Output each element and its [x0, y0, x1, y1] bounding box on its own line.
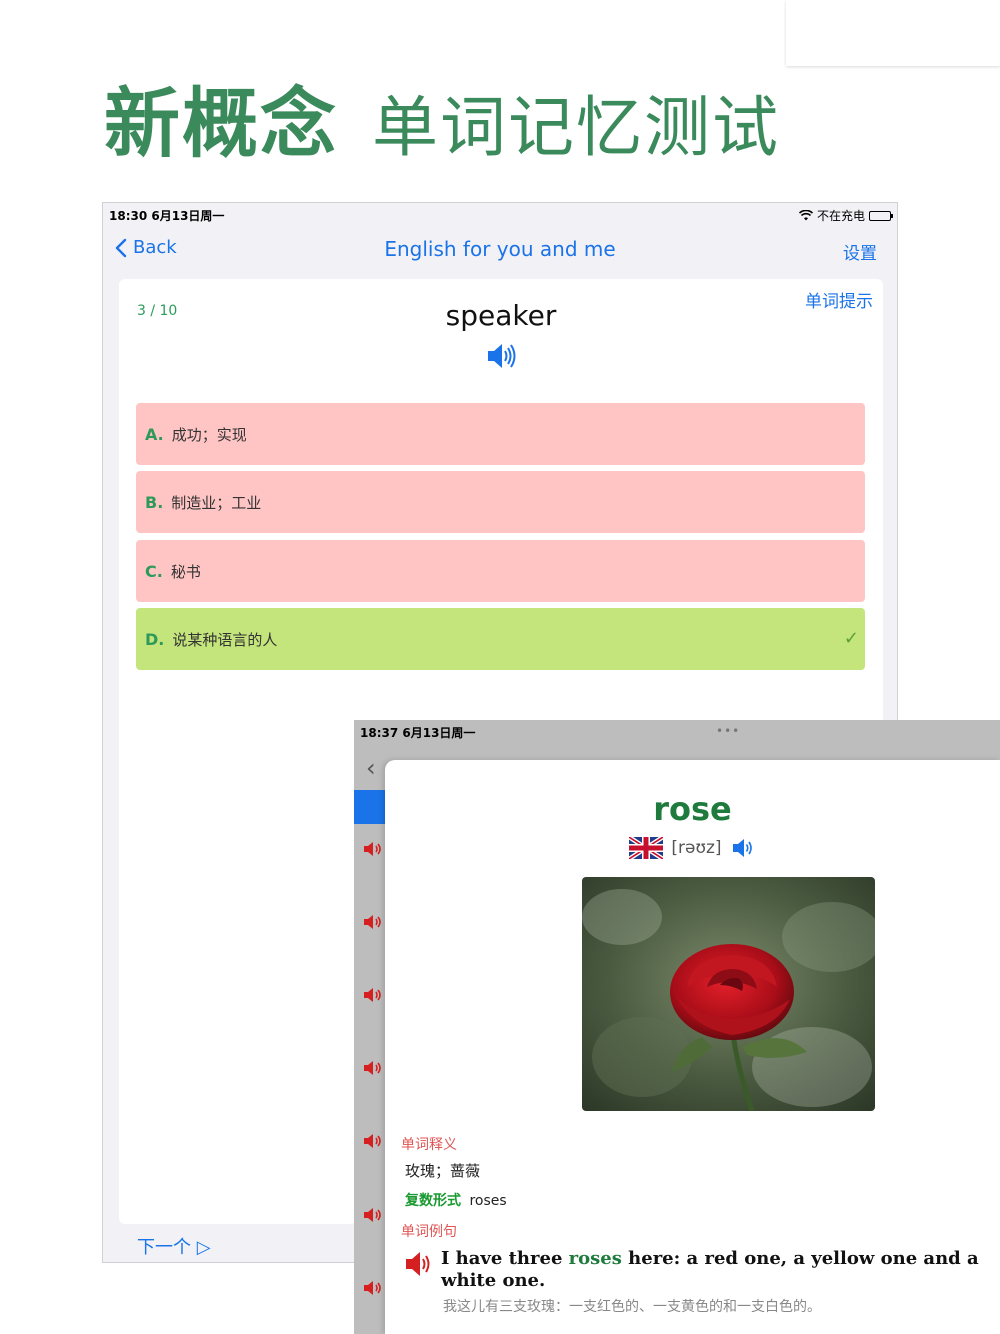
- hero-title-main: 新概念: [104, 79, 338, 168]
- settings-button[interactable]: 设置: [843, 239, 877, 264]
- speaker-icon[interactable]: [403, 1248, 435, 1280]
- plural-label: 复数形式: [405, 1193, 461, 1209]
- option-text: 说某种语言的人: [172, 630, 278, 649]
- option-text: 制造业；工业: [171, 493, 262, 512]
- word-detail-sheet: rose [rəʊz] 单词释义 玫瑰；蔷薇 复数形式 roses 单词例句 I…: [385, 760, 1000, 1334]
- speaker-icon[interactable]: [362, 838, 384, 860]
- option-d[interactable]: D. 说某种语言的人 ✓: [136, 608, 865, 670]
- option-b[interactable]: B. 制造业；工业: [136, 471, 865, 533]
- nav-title: English for you and me: [384, 237, 616, 261]
- option-c[interactable]: C. 秘书: [136, 540, 865, 602]
- status-bar: 18:30 6月13日周一 不在充电: [103, 203, 897, 225]
- rose-photo: [582, 877, 875, 1111]
- speaker-icon[interactable]: [362, 1204, 384, 1226]
- hero-title: 新概念 单词记忆测试: [104, 62, 780, 168]
- speaker-icon[interactable]: [362, 1130, 384, 1152]
- example-highlight: roses: [568, 1248, 622, 1269]
- status-time: 18:30 6月13日周一: [109, 209, 225, 223]
- chevron-left-icon[interactable]: ‹: [366, 754, 376, 782]
- checkmark-icon: ✓: [843, 628, 859, 649]
- option-letter: A.: [145, 424, 164, 444]
- example-label: 单词例句: [401, 1224, 457, 1240]
- speaker-icon[interactable]: [484, 339, 518, 373]
- uk-flag-icon[interactable]: [629, 837, 664, 859]
- example-before: I have three: [441, 1248, 569, 1269]
- wifi-icon: [798, 210, 813, 221]
- meaning-label: 单词释义: [401, 1137, 457, 1153]
- status-time: 18:37 6月13日周一: [360, 726, 476, 740]
- nav-bar: Back English for you and me 设置: [103, 227, 897, 273]
- battery-icon: [869, 210, 893, 221]
- multitask-dots-icon[interactable]: •••: [716, 724, 740, 738]
- hero-subtitle: 单词记忆测试: [372, 89, 780, 166]
- speaker-icon[interactable]: [362, 911, 384, 933]
- speaker-icon[interactable]: [362, 1277, 384, 1299]
- option-letter: D.: [145, 629, 165, 649]
- word-meaning: 玫瑰；蔷薇: [405, 1162, 481, 1180]
- option-text: 成功；实现: [171, 425, 247, 444]
- quiz-word: speaker: [445, 299, 557, 332]
- option-a[interactable]: A. 成功；实现: [136, 403, 865, 465]
- detail-word: rose: [653, 790, 732, 828]
- option-text: 秘书: [170, 562, 201, 581]
- phonetic: [rəʊz]: [671, 838, 722, 858]
- charging-status: 不在充电: [816, 209, 865, 223]
- corner-panel: [786, 0, 1000, 66]
- speaker-icon[interactable]: [362, 1057, 384, 1079]
- plural-value: roses: [469, 1193, 507, 1209]
- example-translation: 我这儿有三支玫瑰：一支红色的、一支黄色的和一支白色的。: [443, 1299, 821, 1315]
- option-letter: B.: [145, 492, 164, 512]
- selected-row-indicator: [354, 790, 386, 824]
- example-sentence: I have three roses here: a red one, a ye…: [441, 1248, 989, 1292]
- option-letter: C.: [145, 561, 163, 581]
- next-button[interactable]: 下一个 ▷: [137, 1233, 211, 1259]
- status-right: 不在充电: [798, 207, 893, 224]
- speaker-icon[interactable]: [730, 835, 756, 861]
- speaker-icon[interactable]: [362, 984, 384, 1006]
- plural-form: 复数形式 roses: [405, 1190, 507, 1210]
- pronunciation-row: [rəʊz]: [385, 835, 1000, 861]
